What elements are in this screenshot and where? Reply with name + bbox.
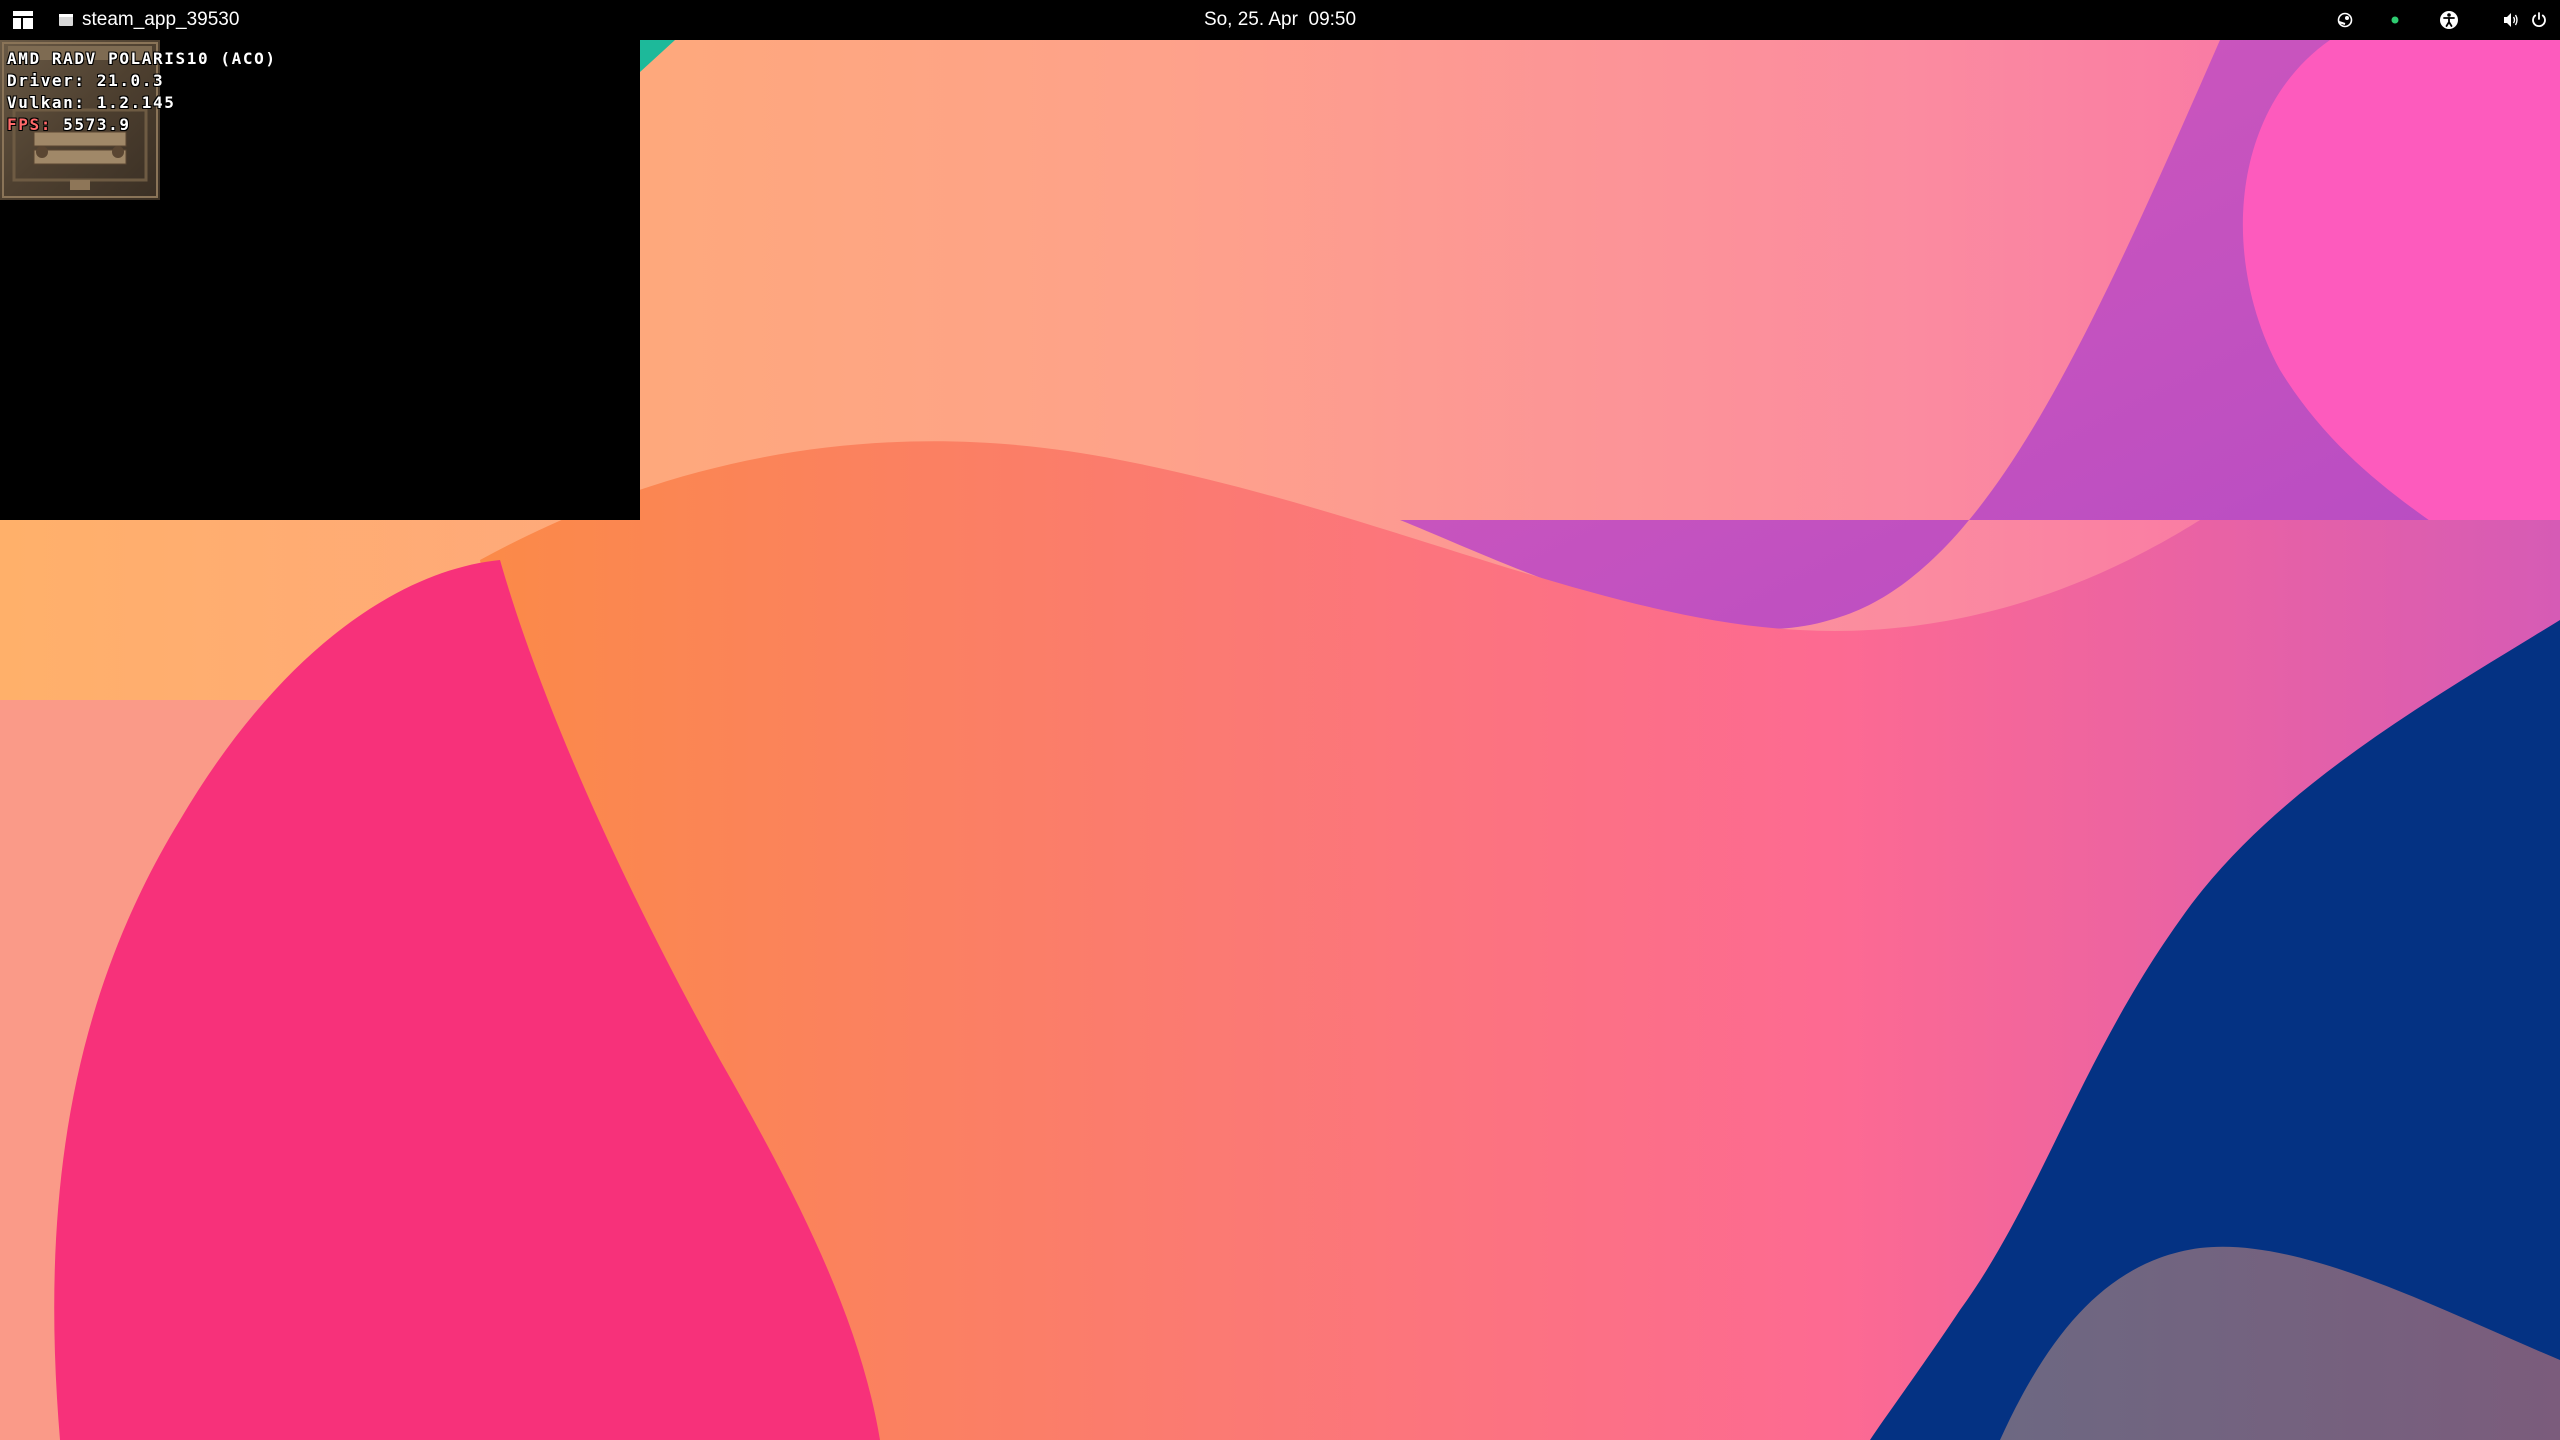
- hud-gpu: AMD RADV POLARIS10 (ACO): [7, 49, 277, 68]
- app-name: steam_app_39530: [82, 9, 240, 30]
- system-tray: [2334, 0, 2550, 40]
- status-dot-icon[interactable]: [2384, 9, 2406, 31]
- hud-vulkan: Vulkan: 1.2.145: [7, 93, 176, 112]
- desktop: steam_app_39530 So, 25. Apr 09:50 AMD RA…: [0, 0, 2560, 1440]
- top-bar: steam_app_39530 So, 25. Apr 09:50: [0, 0, 2560, 40]
- steam-icon[interactable]: [2334, 9, 2356, 31]
- hud-fps: FPS: 5573.9: [7, 114, 277, 136]
- window-icon: [58, 12, 74, 28]
- clock[interactable]: So, 25. Apr 09:50: [1204, 9, 1356, 30]
- performance-overlay: AMD RADV POLARIS10 (ACO) Driver: 21.0.3 Vu…: [7, 48, 277, 136]
- power-icon[interactable]: [2528, 9, 2550, 31]
- game-window[interactable]: AMD RADV POLARIS10 (ACO) Driver: 21.0.3 Vu…: [0, 40, 640, 520]
- volume-icon[interactable]: [2500, 9, 2522, 31]
- hud-driver: Driver: 21.0.3: [7, 71, 165, 90]
- app-menu[interactable]: steam_app_39530: [58, 0, 239, 40]
- accessibility-icon[interactable]: [2438, 9, 2460, 31]
- activities-icon[interactable]: [12, 10, 34, 30]
- hud-fps-value: 5573.9: [51, 115, 131, 134]
- clock-area: So, 25. Apr 09:50: [0, 0, 2560, 40]
- hud-fps-label: FPS:: [7, 115, 52, 134]
